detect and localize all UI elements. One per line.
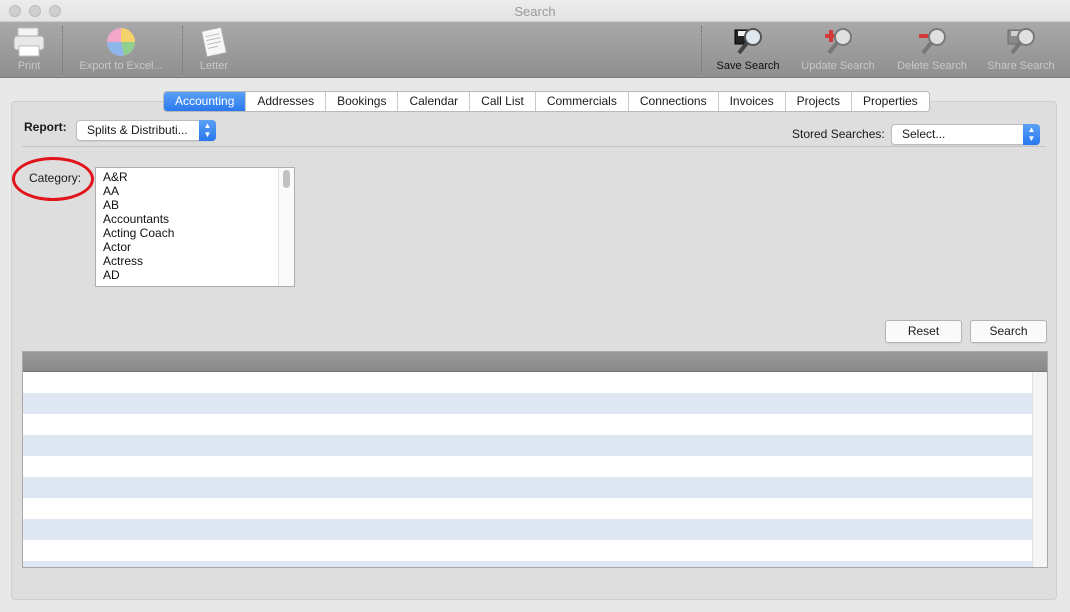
export-to-excel-label: Export to Excel... xyxy=(79,60,163,72)
print-button[interactable]: Print xyxy=(8,26,50,76)
share-search-button[interactable]: Share Search xyxy=(984,26,1058,76)
list-item[interactable]: AA xyxy=(103,184,294,198)
scrollbar-thumb[interactable] xyxy=(283,170,290,188)
list-item[interactable]: Actress xyxy=(103,254,294,268)
letter-label: Letter xyxy=(199,60,229,72)
delete-search-icon xyxy=(915,26,949,58)
report-label: Report: xyxy=(24,120,67,134)
table-row[interactable] xyxy=(23,477,1032,498)
save-search-label: Save Search xyxy=(716,60,780,72)
annotation-circle xyxy=(12,157,94,201)
tab-call-list[interactable]: Call List xyxy=(470,92,536,111)
table-row[interactable] xyxy=(23,561,1032,567)
results-table xyxy=(22,351,1048,568)
table-header xyxy=(23,352,1047,372)
list-item[interactable]: Acting Coach xyxy=(103,226,294,240)
update-search-button[interactable]: Update Search xyxy=(796,26,880,76)
report-select[interactable]: Splits & Distributi... ▲ ▼ xyxy=(76,120,216,141)
list-item[interactable]: AB xyxy=(103,198,294,212)
toolbar-separator xyxy=(701,26,702,74)
table-row[interactable] xyxy=(23,414,1032,435)
window-title: Search xyxy=(514,4,556,19)
share-search-icon xyxy=(1004,26,1038,58)
update-search-label: Update Search xyxy=(801,60,875,72)
search-tabs: Accounting Addresses Bookings Calendar C… xyxy=(163,91,930,112)
table-row[interactable] xyxy=(23,435,1032,456)
letter-icon xyxy=(197,26,231,58)
letter-button[interactable]: Letter xyxy=(194,26,234,76)
category-scrollbar[interactable] xyxy=(278,168,294,286)
table-row[interactable] xyxy=(23,372,1032,393)
tab-commercials[interactable]: Commercials xyxy=(535,92,629,111)
save-search-button[interactable]: Save Search xyxy=(712,26,784,76)
stored-searches-label: Stored Searches: xyxy=(792,127,885,141)
tab-bookings[interactable]: Bookings xyxy=(326,92,399,111)
tab-projects[interactable]: Projects xyxy=(785,92,852,111)
tab-invoices[interactable]: Invoices xyxy=(718,92,786,111)
report-select-value: Splits & Distributi... xyxy=(87,123,188,137)
delete-search-button[interactable]: Delete Search xyxy=(892,26,972,76)
toolbar-separator xyxy=(62,26,63,74)
list-item[interactable]: Accountants xyxy=(103,212,294,226)
results-scrollbar[interactable] xyxy=(1032,372,1047,567)
table-row[interactable] xyxy=(23,498,1032,519)
chevron-updown-icon: ▲ ▼ xyxy=(1023,124,1040,145)
divider xyxy=(22,146,1046,147)
delete-search-label: Delete Search xyxy=(897,60,967,72)
tab-calendar[interactable]: Calendar xyxy=(398,92,471,111)
list-item[interactable]: Actor xyxy=(103,240,294,254)
search-button[interactable]: Search xyxy=(970,320,1047,343)
chevron-updown-icon: ▲ ▼ xyxy=(199,120,216,141)
tab-connections[interactable]: Connections xyxy=(628,92,719,111)
table-row[interactable] xyxy=(23,456,1032,477)
tab-properties[interactable]: Properties xyxy=(851,92,929,111)
printer-icon xyxy=(12,26,46,58)
stored-searches-select[interactable]: Select... ▲ ▼ xyxy=(891,124,1040,145)
toolbar-separator xyxy=(182,26,183,74)
export-to-excel-button[interactable]: Export to Excel... xyxy=(74,26,168,76)
table-row[interactable] xyxy=(23,519,1032,540)
category-listbox[interactable]: A&R AA AB Accountants Acting Coach Actor… xyxy=(95,167,295,287)
tab-accounting[interactable]: Accounting xyxy=(164,92,247,111)
save-search-icon xyxy=(731,26,765,58)
update-search-icon xyxy=(821,26,855,58)
tab-addresses[interactable]: Addresses xyxy=(246,92,327,111)
table-rows xyxy=(23,372,1032,567)
table-row[interactable] xyxy=(23,540,1032,561)
share-search-label: Share Search xyxy=(987,60,1055,72)
table-row[interactable] xyxy=(23,393,1032,414)
pie-chart-icon xyxy=(104,26,138,58)
list-item[interactable]: A&R xyxy=(103,170,294,184)
reset-button[interactable]: Reset xyxy=(885,320,962,343)
list-item[interactable]: AD xyxy=(103,268,294,282)
title-bar: Search xyxy=(0,0,1070,22)
toolbar: Print Export to Excel... Letter Save Sea… xyxy=(0,22,1070,78)
print-label: Print xyxy=(17,60,41,72)
stored-searches-select-value: Select... xyxy=(902,127,946,141)
